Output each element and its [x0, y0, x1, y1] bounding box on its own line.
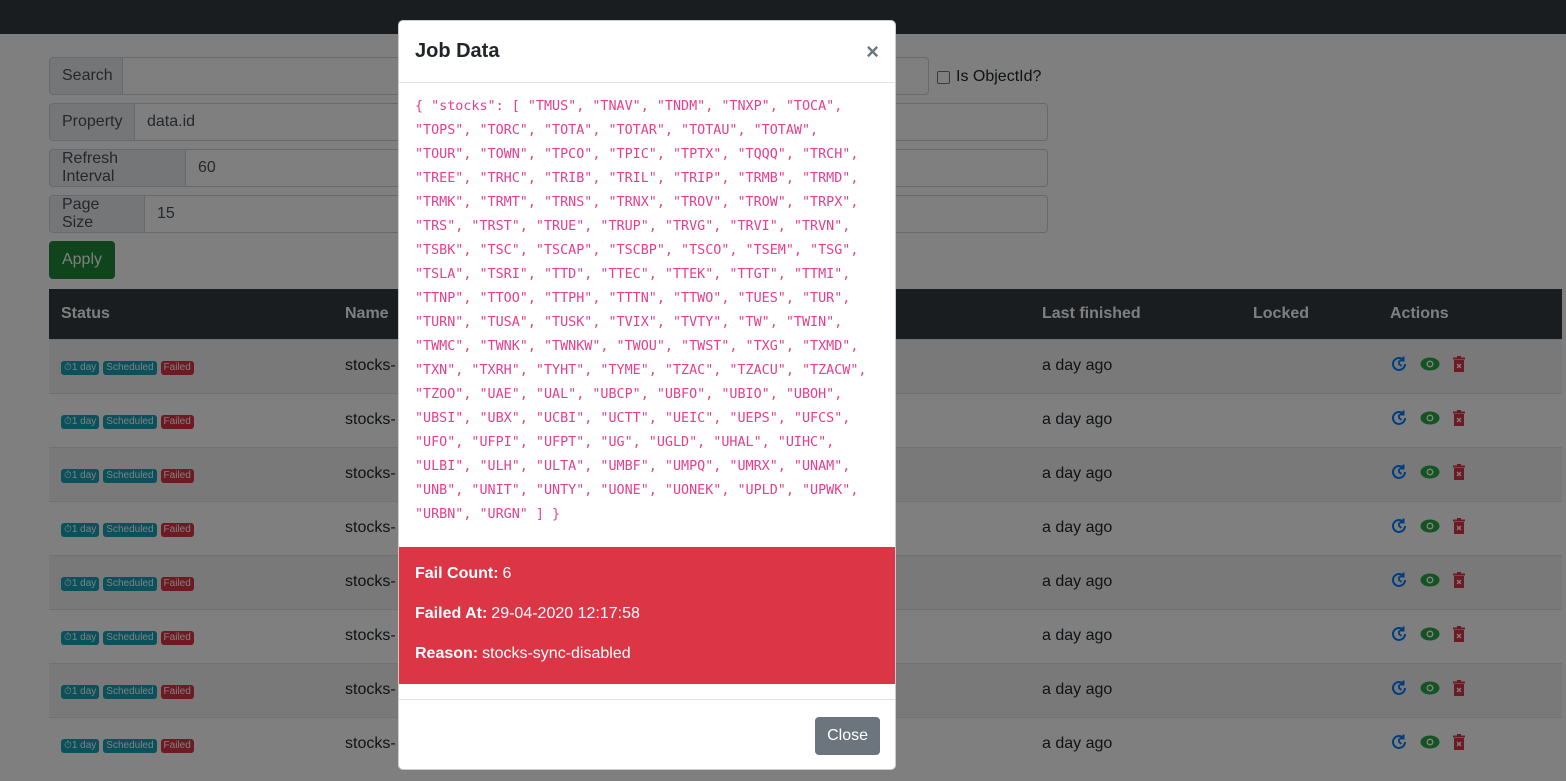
- reason: Reason: stocks-sync-disabled: [415, 634, 879, 674]
- fail-count-label: Fail Count:: [415, 565, 499, 582]
- failed-at: Failed At: 29-04-2020 12:17:58: [415, 594, 879, 634]
- modal-header: Job Data ×: [399, 21, 895, 83]
- reason-value: stocks-sync-disabled: [482, 645, 631, 662]
- job-data-modal: Job Data × { "stocks": [ "TMUS", "TNAV",…: [398, 20, 896, 770]
- modal-body: { "stocks": [ "TMUS", "TNAV", "TNDM", "T…: [399, 83, 895, 527]
- modal-footer: Close: [399, 699, 895, 769]
- reason-label: Reason:: [415, 645, 479, 662]
- failed-at-value: 29-04-2020 12:17:58: [491, 605, 640, 622]
- modal-title: Job Data: [415, 40, 500, 62]
- fail-count: Fail Count: 6: [415, 554, 879, 594]
- close-button[interactable]: Close: [815, 716, 880, 755]
- failed-at-label: Failed At:: [415, 605, 488, 622]
- failure-alert: Fail Count: 6 Failed At: 29-04-2020 12:17:…: [399, 547, 895, 684]
- job-data-json: { "stocks": [ "TMUS", "TNAV", "TNDM", "T…: [415, 99, 875, 522]
- fail-count-value: 6: [502, 565, 512, 582]
- close-icon[interactable]: ×: [866, 39, 879, 65]
